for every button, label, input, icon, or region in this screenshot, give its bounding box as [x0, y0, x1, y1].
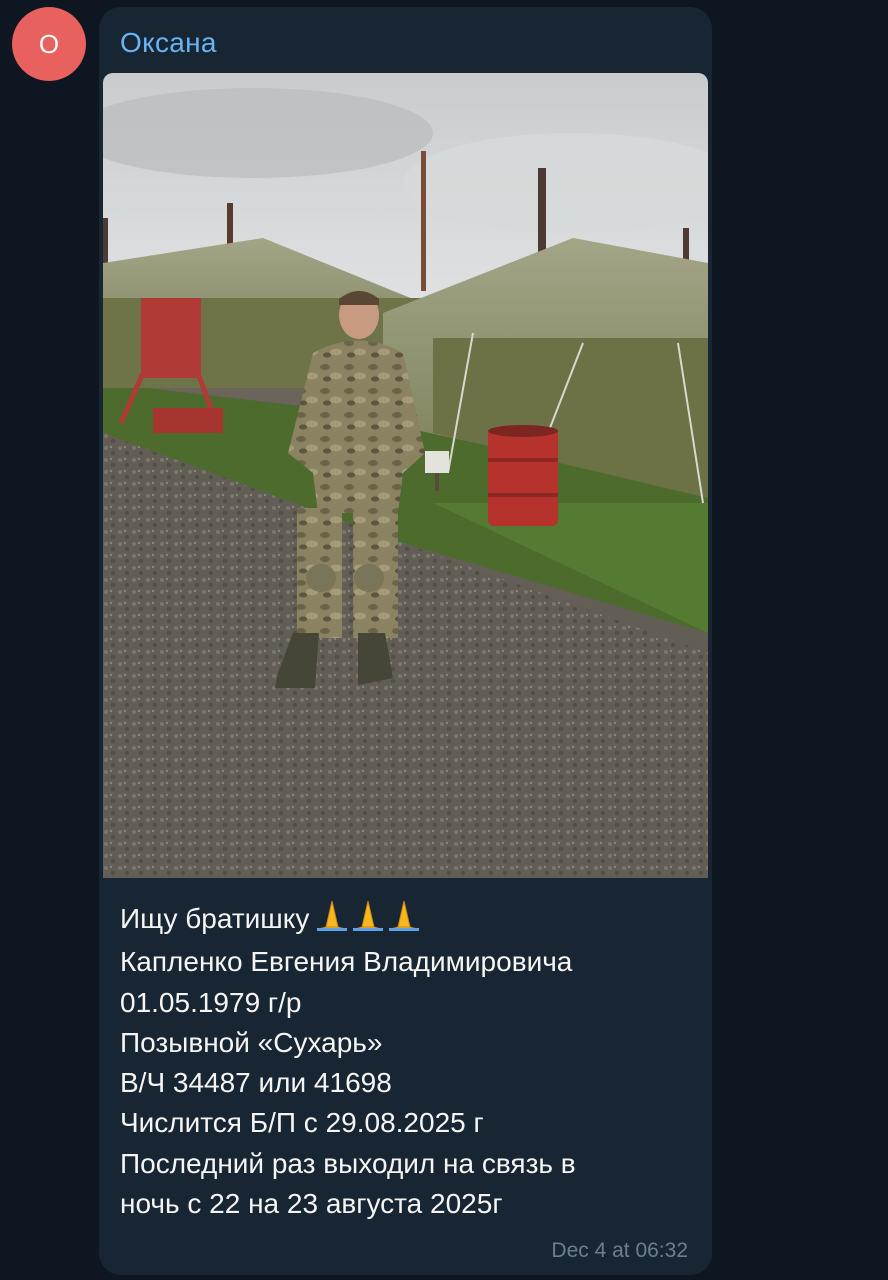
message-line: Последний раз выходил на связь в [120, 1147, 576, 1179]
message-line: ночь с 22 на 23 августа 2025г [120, 1188, 503, 1220]
message-line: Капленко Евгения Владимировича [120, 946, 573, 978]
message-line: Ищу братишку [120, 897, 700, 942]
message-line: 01.05.1979 г/р [120, 986, 302, 1018]
folded-hands-icon [315, 897, 425, 942]
message-bubble[interactable]: Оксана Ищу братишку Капленко Евгения Вла… [99, 7, 712, 1275]
message-line: В/Ч 34487 или 41698 [120, 1067, 392, 1099]
chat-view: О Оксана Ищу братишку Капленко Евгения В… [0, 0, 888, 1280]
sender-avatar[interactable]: О [12, 7, 86, 81]
sender-name[interactable]: Оксана [120, 27, 217, 59]
avatar-letter: О [38, 28, 60, 59]
message-line: Числится Б/П с 29.08.2025 г [120, 1107, 484, 1139]
message-photo[interactable] [103, 73, 708, 878]
message-timestamp: Dec 4 at 06:32 [551, 1239, 688, 1262]
message-line-text: Ищу братишку [120, 903, 310, 934]
photo-image [103, 73, 708, 878]
message-line: Позывной «Сухарь» [120, 1026, 383, 1058]
message-text: Ищу братишку Капленко Евгения Владимиров… [120, 897, 700, 1224]
